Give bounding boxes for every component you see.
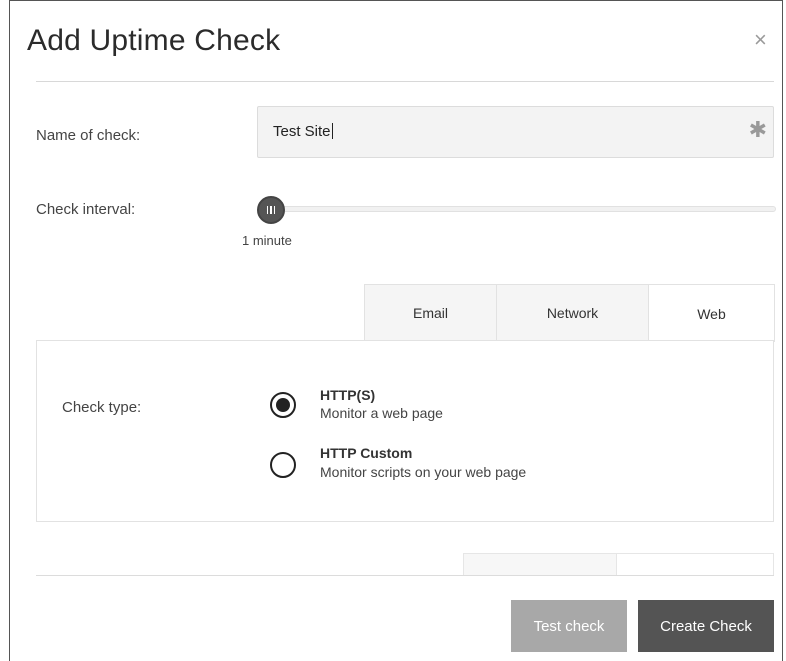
name-of-check-label: Name of check:: [36, 127, 141, 144]
name-of-check-value: Test Site: [273, 123, 331, 140]
option-http-custom-title: HTTP Custom: [320, 445, 413, 461]
header-divider: [36, 81, 774, 82]
grip-icon: [266, 206, 276, 214]
check-interval-slider-handle[interactable]: [257, 196, 285, 224]
footer-divider: [36, 575, 774, 576]
required-asterisk-icon: ✱: [748, 117, 767, 142]
dialog-title: Add Uptime Check: [27, 24, 281, 57]
secondary-tab-1[interactable]: [463, 553, 617, 575]
tab-email[interactable]: Email: [364, 284, 496, 341]
option-https-title: HTTP(S): [320, 387, 376, 403]
name-of-check-input[interactable]: Test Site ✱: [257, 106, 774, 158]
test-check-button[interactable]: Test check: [511, 600, 627, 652]
tab-network[interactable]: Network: [496, 284, 648, 341]
radio-https[interactable]: [270, 392, 296, 418]
check-interval-value: 1 minute: [242, 233, 292, 248]
secondary-tab-2[interactable]: [617, 553, 774, 575]
secondary-tabs: [463, 553, 774, 575]
check-type-label: Check type:: [62, 399, 142, 416]
close-icon[interactable]: ×: [754, 29, 767, 51]
create-check-button[interactable]: Create Check: [638, 600, 774, 652]
radio-http-custom[interactable]: [270, 452, 296, 478]
web-tab-panel: Check type: HTTP(S) Monitor a web page H…: [36, 340, 774, 522]
option-https-description: Monitor a web page: [320, 405, 443, 421]
check-interval-label: Check interval:: [36, 201, 136, 218]
check-type-tabs: Email Network Web: [364, 284, 775, 342]
text-caret: [331, 123, 333, 139]
option-http-custom-description: Monitor scripts on your web page: [320, 464, 527, 480]
check-interval-slider-track[interactable]: [272, 206, 776, 212]
tab-web[interactable]: Web: [648, 284, 775, 342]
